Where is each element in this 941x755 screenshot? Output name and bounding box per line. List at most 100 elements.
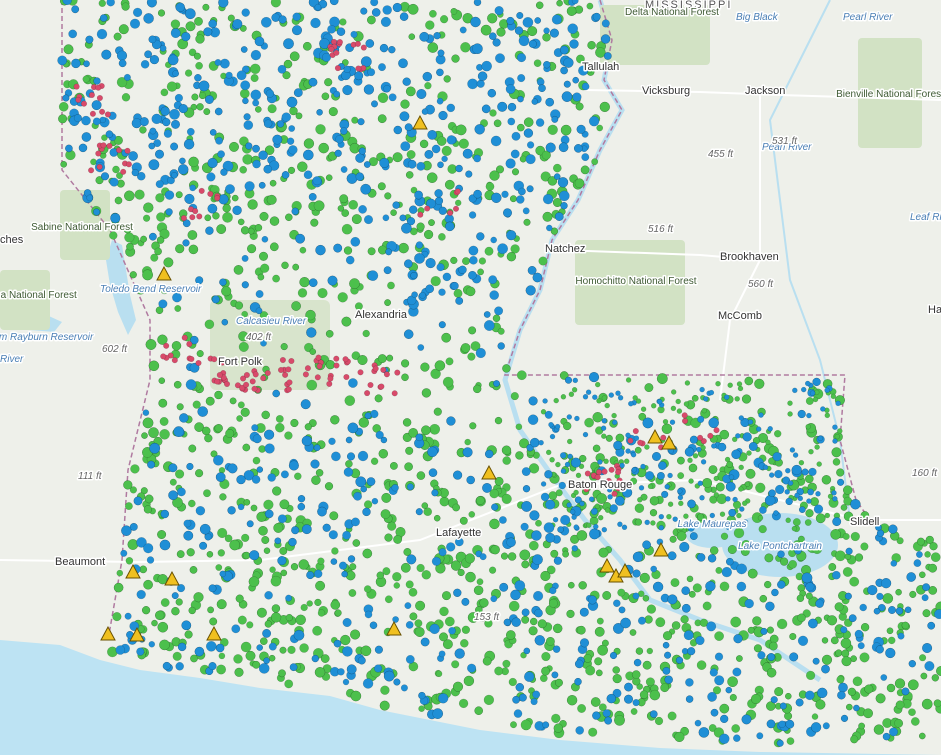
blue-circle-marker[interactable] (885, 647, 896, 659)
blue-circle-marker[interactable] (697, 480, 704, 487)
green-circle-marker[interactable] (556, 0, 563, 7)
green-circle-marker[interactable] (260, 263, 270, 273)
green-circle-marker[interactable] (736, 655, 743, 662)
blue-circle-marker[interactable] (521, 608, 530, 617)
green-circle-marker[interactable] (521, 615, 530, 624)
green-circle-marker[interactable] (290, 418, 299, 428)
green-circle-marker[interactable] (350, 629, 361, 640)
green-circle-marker[interactable] (118, 24, 129, 35)
blue-circle-marker[interactable] (534, 635, 546, 646)
blue-circle-marker[interactable] (308, 278, 318, 288)
blue-circle-marker[interactable] (696, 553, 706, 562)
blue-circle-marker[interactable] (406, 554, 417, 565)
red-circle-marker[interactable] (367, 381, 374, 389)
blue-circle-marker[interactable] (204, 95, 214, 105)
green-circle-marker[interactable] (786, 737, 795, 746)
blue-circle-marker[interactable] (414, 190, 423, 200)
green-circle-marker[interactable] (317, 557, 325, 565)
green-circle-marker[interactable] (785, 517, 791, 524)
green-circle-marker[interactable] (154, 610, 165, 621)
blue-circle-marker[interactable] (291, 526, 300, 535)
green-circle-marker[interactable] (438, 233, 446, 241)
green-circle-marker[interactable] (580, 165, 590, 175)
green-circle-marker[interactable] (894, 678, 906, 689)
blue-circle-marker[interactable] (415, 508, 423, 516)
blue-circle-marker[interactable] (534, 17, 542, 24)
green-circle-marker[interactable] (272, 274, 281, 283)
green-circle-marker[interactable] (502, 456, 512, 465)
green-circle-marker[interactable] (451, 54, 460, 63)
blue-circle-marker[interactable] (133, 496, 143, 506)
blue-circle-marker[interactable] (545, 97, 555, 107)
green-circle-marker[interactable] (112, 165, 120, 174)
blue-circle-marker[interactable] (840, 714, 849, 723)
blue-circle-marker[interactable] (890, 560, 898, 567)
blue-circle-marker[interactable] (498, 516, 507, 524)
green-circle-marker[interactable] (407, 3, 419, 15)
blue-circle-marker[interactable] (473, 154, 482, 163)
blue-circle-marker[interactable] (281, 112, 292, 122)
blue-circle-marker[interactable] (383, 84, 391, 93)
green-circle-marker[interactable] (670, 389, 677, 395)
green-circle-marker[interactable] (425, 20, 435, 30)
green-circle-marker[interactable] (435, 670, 443, 678)
blue-circle-marker[interactable] (696, 446, 702, 453)
blue-circle-marker[interactable] (481, 104, 491, 114)
green-circle-marker[interactable] (184, 69, 193, 77)
green-circle-marker[interactable] (370, 457, 379, 466)
red-circle-marker[interactable] (601, 468, 608, 475)
red-circle-marker[interactable] (304, 365, 311, 372)
green-circle-marker[interactable] (238, 341, 249, 352)
blue-circle-marker[interactable] (362, 507, 371, 517)
green-circle-marker[interactable] (174, 305, 182, 312)
green-circle-marker[interactable] (242, 443, 251, 452)
blue-circle-marker[interactable] (589, 528, 600, 540)
green-circle-marker[interactable] (737, 385, 744, 392)
blue-circle-marker[interactable] (374, 645, 383, 654)
green-circle-marker[interactable] (873, 724, 885, 735)
blue-circle-marker[interactable] (600, 34, 611, 44)
green-circle-marker[interactable] (832, 458, 841, 466)
blue-circle-marker[interactable] (438, 288, 446, 296)
blue-circle-marker[interactable] (497, 101, 508, 112)
green-circle-marker[interactable] (258, 525, 268, 536)
blue-circle-marker[interactable] (687, 499, 696, 509)
blue-circle-marker[interactable] (543, 27, 550, 34)
green-circle-marker[interactable] (845, 703, 853, 711)
green-circle-marker[interactable] (157, 529, 167, 540)
green-circle-marker[interactable] (428, 219, 435, 227)
green-circle-marker[interactable] (727, 676, 738, 688)
green-circle-marker[interactable] (204, 434, 213, 443)
green-circle-marker[interactable] (190, 654, 198, 663)
blue-circle-marker[interactable] (927, 621, 936, 630)
blue-circle-marker[interactable] (535, 118, 545, 127)
green-circle-marker[interactable] (724, 456, 731, 463)
blue-circle-marker[interactable] (179, 157, 186, 165)
blue-circle-marker[interactable] (236, 70, 247, 81)
blue-circle-marker[interactable] (637, 616, 647, 625)
green-circle-marker[interactable] (58, 101, 69, 112)
blue-circle-marker[interactable] (612, 599, 621, 608)
green-circle-marker[interactable] (577, 704, 587, 713)
blue-circle-marker[interactable] (773, 510, 779, 516)
blue-circle-marker[interactable] (342, 678, 350, 686)
green-circle-marker[interactable] (344, 395, 356, 406)
green-circle-marker[interactable] (278, 669, 286, 678)
blue-circle-marker[interactable] (564, 461, 571, 468)
green-circle-marker[interactable] (510, 391, 519, 401)
blue-circle-marker[interactable] (291, 25, 303, 36)
green-circle-marker[interactable] (198, 91, 207, 100)
green-circle-marker[interactable] (612, 666, 620, 674)
blue-circle-marker[interactable] (197, 406, 208, 417)
blue-circle-marker[interactable] (391, 484, 399, 492)
green-circle-marker[interactable] (467, 352, 476, 361)
blue-circle-marker[interactable] (483, 320, 495, 331)
green-circle-marker[interactable] (287, 645, 296, 655)
green-circle-marker[interactable] (588, 727, 598, 737)
green-circle-marker[interactable] (849, 576, 860, 587)
blue-circle-marker[interactable] (231, 624, 241, 634)
green-circle-marker[interactable] (362, 329, 370, 338)
blue-circle-marker[interactable] (186, 127, 195, 136)
green-circle-marker[interactable] (433, 407, 442, 416)
blue-circle-marker[interactable] (242, 97, 249, 105)
